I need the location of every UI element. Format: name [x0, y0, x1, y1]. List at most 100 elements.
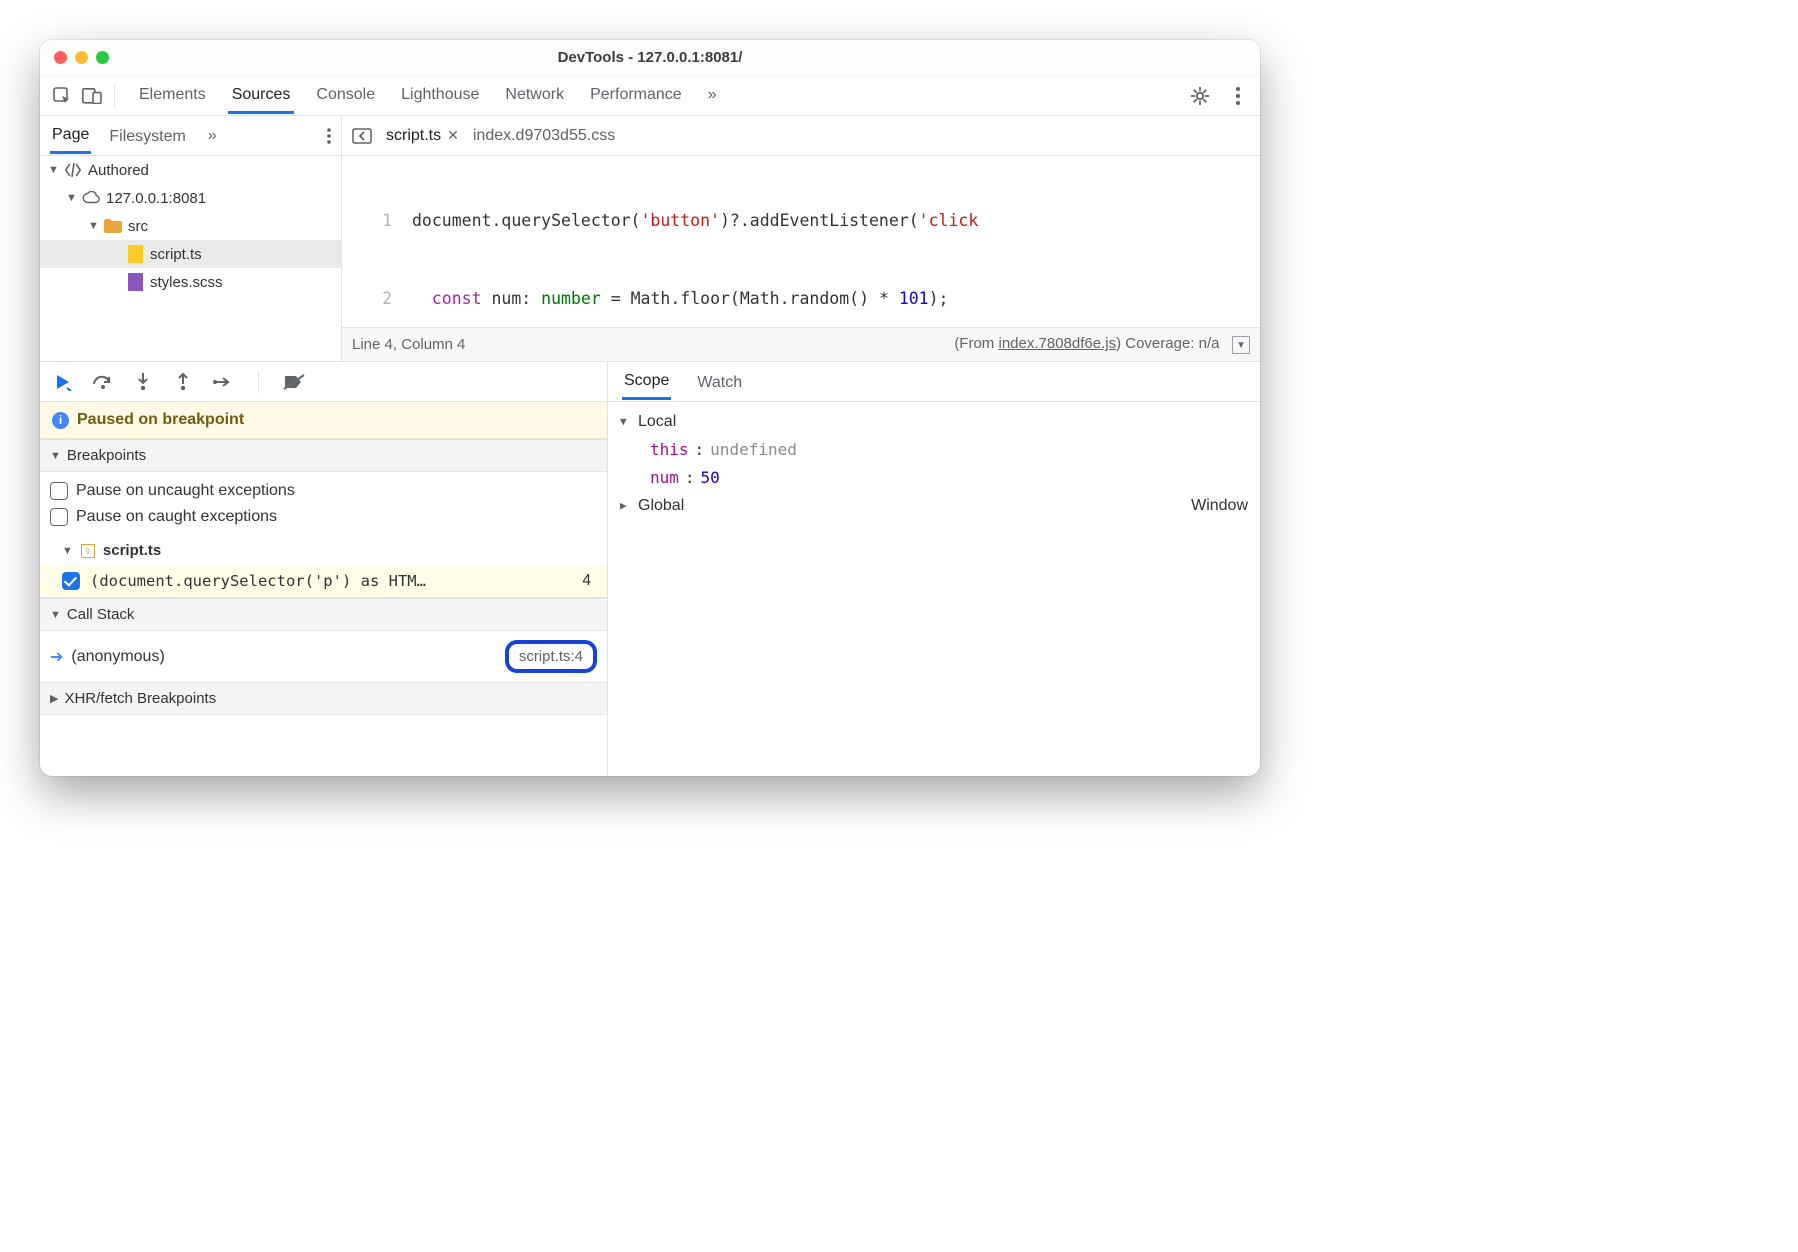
resume-icon[interactable] [52, 371, 74, 393]
scope-tab-scope[interactable]: Scope [622, 363, 671, 400]
cursor-position: Line 4, Column 4 [352, 336, 465, 353]
tree-label: styles.scss [150, 274, 223, 291]
sources-split: ▼ Authored ▼ 127.0.0.1:8081 ▼ src [40, 156, 1260, 362]
show-navigator-icon[interactable] [352, 128, 372, 144]
editor-tab-index-css[interactable]: index.d9703d55.css [473, 127, 615, 145]
section-breakpoints[interactable]: ▼Breakpoints [40, 439, 607, 472]
file-icon [126, 273, 144, 291]
bp-file-name: script.ts [103, 542, 161, 559]
zoom-window-icon[interactable] [96, 51, 109, 64]
file-tree: ▼ Authored ▼ 127.0.0.1:8081 ▼ src [40, 156, 342, 361]
scope-panel: Scope Watch ▼Local this: undefined num: … [608, 362, 1260, 776]
step-out-icon[interactable] [172, 371, 194, 393]
section-label: Call Stack [67, 606, 135, 623]
minimize-window-icon[interactable] [75, 51, 88, 64]
deactivate-breakpoints-icon[interactable] [283, 371, 305, 393]
step-into-icon[interactable] [132, 371, 154, 393]
device-toolbar-icon[interactable] [78, 82, 106, 110]
tab-performance[interactable]: Performance [586, 77, 686, 114]
step-icon[interactable] [212, 371, 234, 393]
cloud-icon [82, 189, 100, 207]
editor-file-tabs: script.ts ✕ index.d9703d55.css [342, 116, 625, 155]
breakpoint-entry[interactable]: (document.querySelector('p') as HTM… 4 [40, 565, 607, 598]
tabs-overflow-icon[interactable]: » [704, 77, 721, 114]
close-window-icon[interactable] [54, 51, 67, 64]
toolbar-right [1186, 82, 1252, 110]
checkbox-icon[interactable] [50, 482, 68, 500]
file-badge-icon: ◊ [81, 544, 95, 558]
nav-tab-page[interactable]: Page [50, 117, 91, 154]
step-over-icon[interactable] [92, 371, 114, 393]
tree-host[interactable]: ▼ 127.0.0.1:8081 [40, 184, 341, 212]
checkbox-icon[interactable] [50, 508, 68, 526]
section-label: XHR/fetch Breakpoints [64, 690, 216, 707]
tab-sources[interactable]: Sources [228, 77, 295, 114]
scope-body: ▼Local this: undefined num: 50 ▶Global W… [608, 402, 1260, 526]
tab-network[interactable]: Network [501, 77, 568, 114]
tree-file-script[interactable]: script.ts [40, 240, 341, 268]
window-title: DevTools - 127.0.0.1:8081/ [558, 49, 743, 66]
tree-label: src [128, 218, 148, 235]
more-menu-icon[interactable] [1224, 82, 1252, 110]
section-xhr-breakpoints[interactable]: ▶XHR/fetch Breakpoints [40, 682, 607, 715]
scope-local[interactable]: ▼Local [620, 408, 1248, 436]
nav-menu-icon[interactable] [327, 128, 331, 144]
editor-statusbar: Line 4, Column 4 (From index.7808df6e.js… [342, 327, 1260, 361]
show-more-icon[interactable]: ▾ [1232, 336, 1250, 354]
debugger-toolbar [40, 362, 607, 402]
tree-label: script.ts [150, 246, 202, 263]
tree-file-styles[interactable]: styles.scss [40, 268, 341, 296]
section-label: Breakpoints [67, 447, 146, 464]
paused-text: Paused on breakpoint [77, 411, 244, 429]
titlebar: DevTools - 127.0.0.1:8081/ [40, 40, 1260, 76]
scope-group-label: Global [638, 492, 684, 520]
inspect-icon[interactable] [48, 82, 76, 110]
code-area[interactable]: 1 2 3 4 5 6 document.querySelector('butt… [342, 156, 1260, 327]
var-name: num [650, 464, 679, 492]
editor-tab-label: script.ts [386, 127, 441, 145]
tree-folder-src[interactable]: ▼ src [40, 212, 341, 240]
line-gutter: 1 2 3 4 5 6 [342, 156, 404, 327]
frame-location-highlight[interactable]: script.ts:4 [505, 640, 597, 673]
file-icon [126, 245, 144, 263]
tab-lighthouse[interactable]: Lighthouse [397, 77, 483, 114]
bp-code-snippet: (document.querySelector('p') as HTM… [90, 572, 426, 590]
close-tab-icon[interactable]: ✕ [447, 127, 459, 144]
devtools-window: DevTools - 127.0.0.1:8081/ Elements Sour… [40, 40, 1260, 776]
breakpoint-file-group[interactable]: ▼ ◊ script.ts [40, 536, 607, 565]
tree-authored-group[interactable]: ▼ Authored [40, 156, 341, 184]
pause-caught-option[interactable]: Pause on caught exceptions [50, 504, 597, 530]
tree-label: Authored [88, 162, 149, 179]
section-call-stack[interactable]: ▼Call Stack [40, 598, 607, 631]
frame-name: (anonymous) [71, 648, 164, 666]
panel-tabs: Elements Sources Console Lighthouse Netw… [135, 77, 721, 114]
debugger-left: i Paused on breakpoint ▼Breakpoints Paus… [40, 362, 608, 776]
tab-console[interactable]: Console [312, 77, 379, 114]
scope-var-this[interactable]: this: undefined [620, 436, 1248, 464]
scope-tabs: Scope Watch [608, 362, 1260, 402]
settings-icon[interactable] [1186, 82, 1214, 110]
tab-elements[interactable]: Elements [135, 77, 210, 114]
bp-line-number: 4 [582, 572, 597, 590]
sourcemap-link[interactable]: index.7808df6e.js [998, 335, 1116, 352]
debugger-panel: i Paused on breakpoint ▼Breakpoints Paus… [40, 362, 1260, 776]
scope-global[interactable]: ▶Global Window [620, 492, 1248, 520]
scope-tab-watch[interactable]: Watch [695, 365, 744, 399]
info-icon: i [52, 412, 69, 429]
code-editor[interactable]: 1 2 3 4 5 6 document.querySelector('butt… [342, 156, 1260, 361]
var-value: 50 [701, 464, 720, 492]
current-frame-icon: ➔ [50, 647, 63, 667]
pause-uncaught-option[interactable]: Pause on uncaught exceptions [50, 478, 597, 504]
main-toolbar: Elements Sources Console Lighthouse Netw… [40, 76, 1260, 116]
nav-tab-filesystem[interactable]: Filesystem [107, 119, 187, 153]
callstack-frame[interactable]: ➔ (anonymous) script.ts:4 [40, 631, 607, 682]
code-lines: document.querySelector('button')?.addEve… [404, 156, 1260, 327]
code-icon [64, 161, 82, 179]
paused-banner: i Paused on breakpoint [40, 402, 607, 439]
checkbox-checked-icon[interactable] [62, 572, 80, 590]
separator [258, 371, 259, 393]
editor-tab-script[interactable]: script.ts ✕ [386, 127, 459, 145]
nav-overflow-icon[interactable]: » [208, 127, 217, 145]
var-name: this [650, 436, 689, 464]
scope-var-num[interactable]: num: 50 [620, 464, 1248, 492]
